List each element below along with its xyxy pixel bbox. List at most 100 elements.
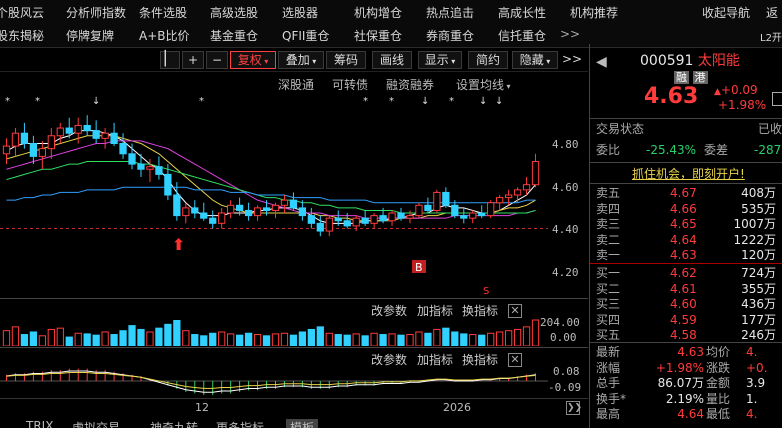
stock-header: 000591 太阳能 [640,50,740,70]
collapse-nav-button[interactable]: 收起导航 [702,4,750,21]
period-prev-button[interactable]: ▏ [160,51,180,69]
simple-mode-button[interactable]: 简约 [468,51,508,69]
stat-value: 3.9 [746,376,766,390]
add-indicator-button[interactable]: 加指标 [417,302,453,319]
chevron-down-icon: ▾ [504,82,511,91]
nav-item[interactable]: 信托重仓 [498,27,546,44]
draw-line-button[interactable]: 画线 [372,51,412,69]
nav-item[interactable]: 高级选股 [210,4,258,21]
overlay-dropdown[interactable]: 叠加 ▾ [278,51,324,69]
volume-bar [361,335,369,346]
toolbar-more-button[interactable]: >> [562,52,582,66]
event-marker: ↓ [479,96,487,107]
zoom-in-button[interactable]: + [182,51,204,69]
volume-bar [38,335,46,346]
volume-bar [20,334,29,346]
nav-item[interactable]: 停牌复牌 [66,27,114,44]
close-icon[interactable]: ✕ [508,353,522,367]
level-label: 卖一 [596,248,621,262]
edit-params-button[interactable]: 改参数 [371,302,407,319]
level-volume: 535万 [741,201,776,216]
hk-connect-link[interactable]: 深股通 [278,76,314,93]
candle-body [487,202,495,217]
nav-item[interactable]: 机构推荐 [570,4,618,21]
nav-row-1: 个股风云 分析师指数 条件选股 高级选股 选股器 机构增仓 热点追击 高成长性 … [0,1,782,23]
change-percent: +1.98% [718,98,767,112]
nav-more-button[interactable]: >> [560,27,580,41]
event-marker: * [449,96,454,107]
candle-body [406,215,414,219]
nav-item[interactable]: 热点追击 [426,4,474,21]
orderbook-row: 买一 4.62 724万 [590,266,782,281]
volume-chart [2,319,540,346]
volume-bar [442,327,450,346]
switch-indicator-button[interactable]: 换指标 [462,302,498,319]
indicator-tabs: TRIX 虚拟交易 神奇九转 更多指标 模板 [0,416,588,428]
tab-template[interactable]: 模板 [286,419,319,428]
dea-line [6,372,536,389]
time-axis: 12 2026 ❯❯ [0,398,588,416]
stat-row: 总手 86.07万 金额 3.9 [590,376,782,391]
event-marker: ↓ [421,96,429,107]
close-icon[interactable]: ✕ [508,304,522,318]
nav-item[interactable]: A+B比价 [139,27,190,44]
volume-bar [119,330,127,346]
stat-label: 总手 [596,376,621,390]
scroll-right-button[interactable]: ❯❯ [566,401,582,415]
hide-dropdown[interactable]: 隐藏 ▾ [512,51,558,69]
nav-item[interactable]: 基金重仓 [210,27,258,44]
nav-item[interactable]: 券商重仓 [426,27,474,44]
nav-item[interactable]: 股东揭秘 [0,27,44,44]
nav-item[interactable]: QFII重仓 [282,27,329,44]
volume-bar [235,334,244,346]
stat-label: 量比 [706,391,731,406]
stat-value: 4.63 [677,345,704,359]
candle-body [182,207,190,217]
nav-item[interactable]: 条件选股 [139,4,187,21]
tab-virtual-trade[interactable]: 虚拟交易 [72,419,120,428]
tab-trix[interactable]: TRIX [26,419,53,428]
display-dropdown[interactable]: 显示 ▾ [418,51,462,69]
event-marker: * [35,96,40,107]
volume-bar [164,323,172,346]
candle-body [83,124,91,132]
fuquan-dropdown[interactable]: 复权 ▾ [230,51,276,69]
panel-divider [0,298,588,299]
nav-item[interactable]: 分析师指数 [66,4,126,21]
event-marker: ↓ [495,96,503,107]
nav-item[interactable]: 个股风云 [0,4,44,21]
expand-icon[interactable] [772,92,782,106]
volume-bar [74,332,82,346]
prev-stock-icon[interactable]: ◀ [596,54,607,70]
zoom-out-button[interactable]: − [206,51,228,69]
candle-body [469,212,477,219]
volume-bar [47,328,55,346]
volume-tick: 0.00 [550,331,577,344]
volume-bar [271,333,280,346]
level-label: 卖五 [596,186,621,200]
open-account-banner[interactable]: 抓住机会，即刻开户! [632,165,745,182]
level-price: 4.59 [670,312,697,327]
volume-bar [200,335,208,346]
ma-settings-button[interactable]: 设置均线 ▾ [456,76,511,93]
nav-item[interactable]: 高成长性 [498,4,546,21]
nav-item[interactable]: 选股器 [282,4,318,21]
nav-item[interactable]: 社保重仓 [354,27,402,44]
change-amount: ▲+0.09 [714,84,766,99]
nav-item[interactable]: 机构增仓 [354,4,402,21]
nav-item[interactable]: 返 [766,4,778,21]
candle-body [29,143,38,157]
stat-row: 最高 4.64 最低 4. [590,407,782,422]
volume-bar [513,328,522,346]
chips-button[interactable]: 筹码 [326,51,366,69]
tab-magic-nine[interactable]: 神奇九转 [150,419,198,428]
candle-body [218,212,226,224]
convertible-bond-link[interactable]: 可转债 [332,76,368,93]
quote-panel: ◀ 000591 太阳能 融 港 4.63 ▲+0.09 +1.98% 交易状态… [589,44,782,428]
dif-line [6,370,536,393]
divider [590,342,782,343]
candle-body [271,204,280,211]
candlestick-chart[interactable]: * * ↓ * * * ↓ * ↓ ↓ ⬆ B S [0,92,548,298]
margin-trading-link[interactable]: 融资融券 [386,76,434,93]
tab-more-indicators[interactable]: 更多指标 [216,419,264,428]
